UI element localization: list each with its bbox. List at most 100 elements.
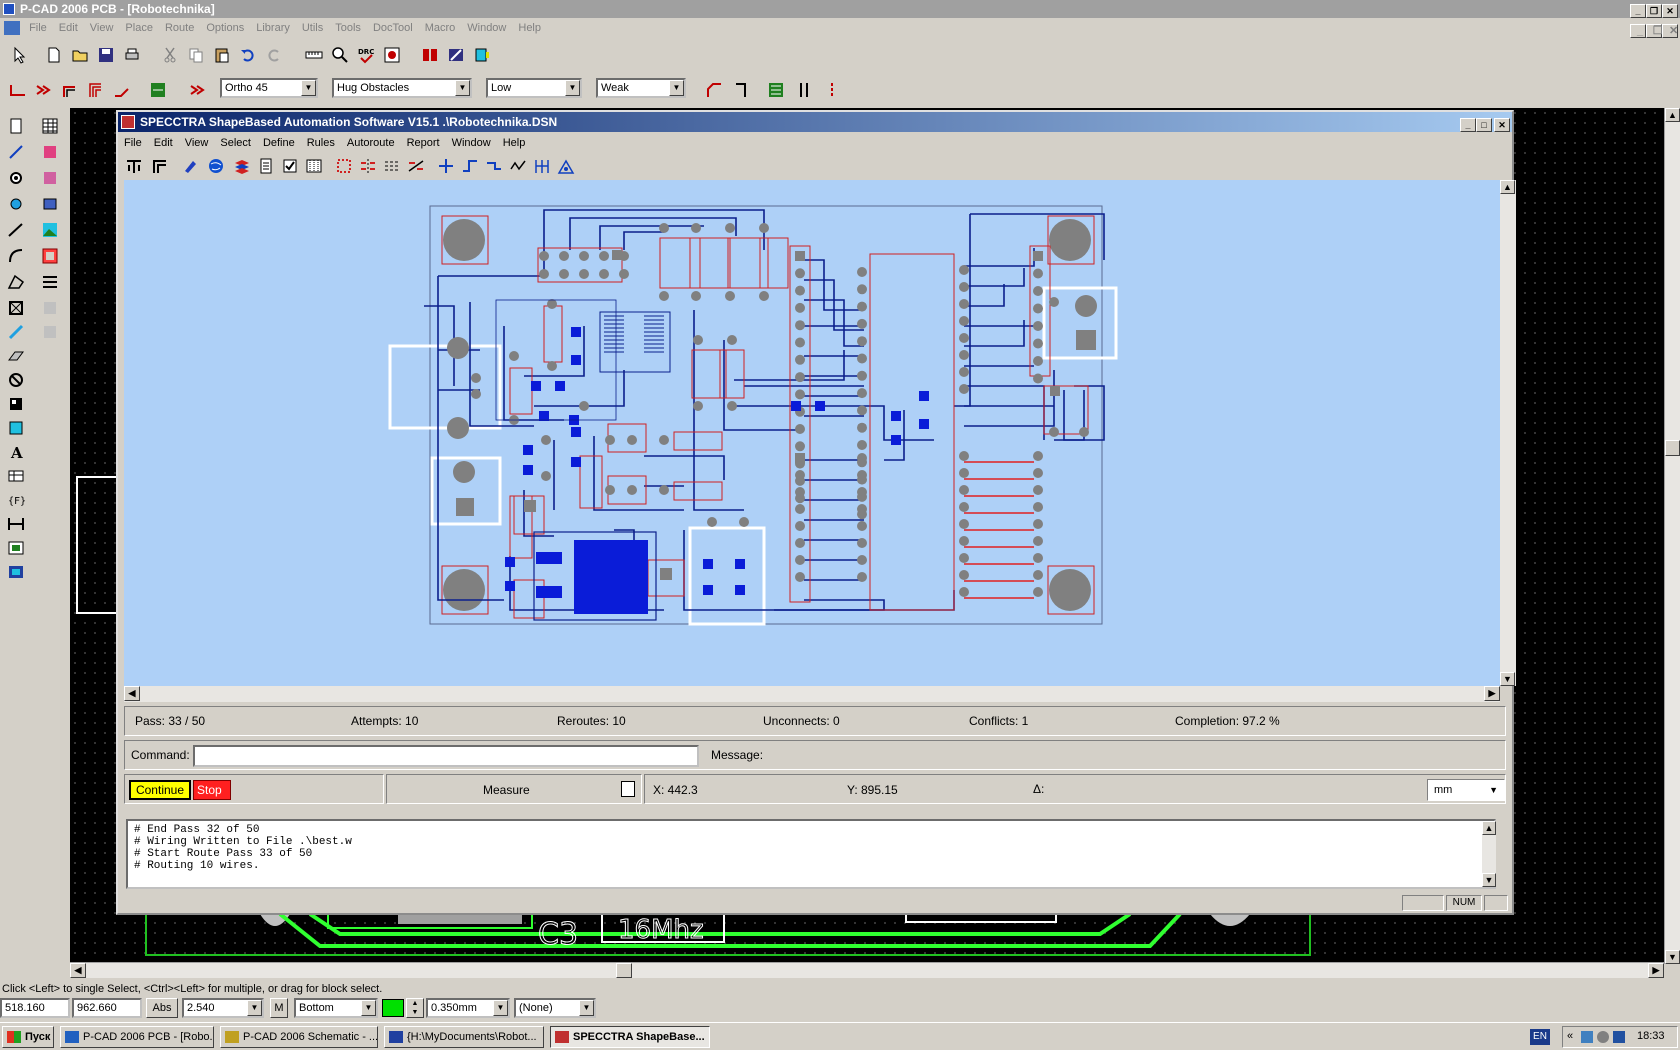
route-multi-icon[interactable] (32, 78, 56, 102)
doc-close-icon[interactable]: ✕ (1662, 24, 1678, 38)
place-image-icon[interactable] (38, 218, 62, 242)
grid-setup-icon[interactable] (302, 154, 326, 178)
report-icon[interactable] (254, 154, 278, 178)
highlight-icon[interactable] (178, 154, 202, 178)
route-manual-icon[interactable] (6, 78, 30, 102)
layer-select[interactable]: Bottom ▼ (294, 998, 378, 1018)
place-room-icon[interactable] (4, 296, 28, 320)
net-select[interactable]: (None) ▼ (514, 998, 596, 1018)
task-explorer[interactable]: {H:\MyDocuments\Robot... (384, 1026, 544, 1048)
restore-icon[interactable]: ❐ (1646, 4, 1662, 18)
layer-color-swatch[interactable] (382, 999, 404, 1017)
continue-button[interactable]: Continue (129, 780, 191, 800)
specctra-close-icon[interactable]: ✕ (1494, 118, 1510, 132)
volume-icon[interactable] (1597, 1031, 1609, 1043)
place-arc-icon[interactable] (4, 244, 28, 268)
specctra-menu-rules[interactable]: Rules (301, 133, 341, 153)
autoroute-run-icon[interactable] (554, 154, 578, 178)
m-toggle-button[interactable]: M (270, 998, 288, 1018)
doc-minimize-icon[interactable]: _ (1630, 24, 1646, 38)
specctra-minimize-icon[interactable]: _ (1460, 118, 1476, 132)
layers-icon[interactable] (230, 154, 254, 178)
unselect-icon[interactable] (404, 154, 428, 178)
route-mode-select[interactable]: Ortho 45 ▼ (220, 78, 318, 98)
specctra-menu-help[interactable]: Help (497, 133, 532, 153)
place-pad-icon[interactable] (4, 166, 28, 190)
layer-swap-icon[interactable] (444, 43, 468, 67)
route-interactive-icon[interactable] (146, 78, 170, 102)
place-picture-icon[interactable] (4, 560, 28, 584)
start-button[interactable]: Пуск (2, 1026, 54, 1048)
open-folder-icon[interactable] (68, 43, 92, 67)
specctra-menu-select[interactable]: Select (214, 133, 257, 153)
tray-expand-icon[interactable]: « (1567, 1030, 1573, 1042)
color-spin-button[interactable]: ▲ ▼ (406, 998, 424, 1018)
paste-icon[interactable] (210, 43, 234, 67)
world-view-icon[interactable] (204, 154, 228, 178)
move-icon[interactable] (434, 154, 458, 178)
specctra-maximize-icon[interactable]: □ (1476, 118, 1492, 132)
menu-help[interactable]: Help (512, 18, 547, 38)
menu-view[interactable]: View (84, 18, 120, 38)
place-via-icon[interactable] (4, 192, 28, 216)
language-indicator[interactable]: EN (1530, 1029, 1550, 1045)
y-coordinate-field[interactable]: 962.660 (72, 998, 142, 1018)
menu-edit[interactable]: Edit (53, 18, 84, 38)
route-check-icon[interactable] (380, 43, 404, 67)
select-pointer-icon[interactable] (8, 43, 32, 67)
place-mode-icon[interactable] (122, 154, 146, 178)
task-pcad-pcb[interactable]: P-CAD 2006 PCB - [Robo... (60, 1026, 214, 1048)
obstacle-mode-select[interactable]: Hug Obstacles ▼ (332, 78, 472, 98)
abs-toggle-button[interactable]: Abs (146, 998, 178, 1018)
place-line-icon[interactable] (4, 218, 28, 242)
place-polygon-icon[interactable] (4, 270, 28, 294)
menu-library[interactable]: Library (250, 18, 296, 38)
place-attribute-icon[interactable] (4, 536, 28, 560)
routing-canvas[interactable] (124, 180, 1500, 686)
specctra-menu-edit[interactable]: Edit (148, 133, 179, 153)
menu-place[interactable]: Place (119, 18, 159, 38)
measure-tool[interactable]: Measure (386, 774, 642, 804)
menu-options[interactable]: Options (200, 18, 250, 38)
trace-width-icon[interactable] (792, 78, 816, 102)
task-pcad-schematic[interactable]: P-CAD 2006 Schematic - ... (220, 1026, 378, 1048)
place-dimension-icon[interactable] (4, 512, 28, 536)
select-wires-icon[interactable] (380, 154, 404, 178)
edit-route-icon[interactable] (458, 154, 482, 178)
strength-select[interactable]: Weak ▼ (596, 78, 686, 98)
prohibit-icon[interactable] (4, 368, 28, 392)
console-vscrollbar[interactable]: ▲ ▼ (1482, 821, 1496, 887)
select-components-icon[interactable] (332, 154, 356, 178)
doc-restore-icon[interactable]: ❐ (1646, 24, 1663, 38)
minimize-icon[interactable]: _ (1630, 4, 1646, 18)
place-keepout-icon[interactable] (38, 244, 62, 268)
trace-gap-icon[interactable] (820, 78, 844, 102)
route-fanout-icon[interactable] (84, 78, 108, 102)
menu-doctool[interactable]: DocTool (367, 18, 419, 38)
trace-width-select[interactable]: 0.350mm ▼ (426, 998, 510, 1018)
undo-icon[interactable] (236, 43, 260, 67)
place-fill-icon[interactable] (4, 320, 28, 344)
specctra-menu-view[interactable]: View (179, 133, 215, 153)
close-icon[interactable]: ✕ (1662, 4, 1678, 18)
place-pattern-icon[interactable] (38, 140, 62, 164)
pcb-hscrollbar[interactable]: ◀ ▶ (70, 962, 1664, 978)
route-bus-icon[interactable] (58, 78, 82, 102)
measure-ruler-icon[interactable] (302, 43, 326, 67)
place-document-icon[interactable] (4, 416, 28, 440)
pcb-vscrollbar[interactable]: ▲ ▼ (1664, 108, 1680, 964)
specctra-menu-report[interactable]: Report (401, 133, 446, 153)
copy-icon[interactable] (184, 43, 208, 67)
place-text-icon[interactable]: A (4, 440, 28, 464)
command-input[interactable] (193, 745, 699, 767)
place-metal-icon[interactable] (4, 392, 28, 416)
place-connection-icon[interactable] (4, 140, 28, 164)
specctra-menu-window[interactable]: Window (446, 133, 497, 153)
antivirus-icon[interactable] (1613, 1031, 1625, 1043)
canvas-hscrollbar[interactable]: ◀ ▶ (124, 686, 1500, 702)
place-plane-icon[interactable] (4, 344, 28, 368)
drc-icon[interactable]: DRC (354, 43, 378, 67)
place-component-icon[interactable] (4, 114, 28, 138)
place-part-icon[interactable] (38, 166, 62, 190)
menu-window[interactable]: Window (461, 18, 512, 38)
